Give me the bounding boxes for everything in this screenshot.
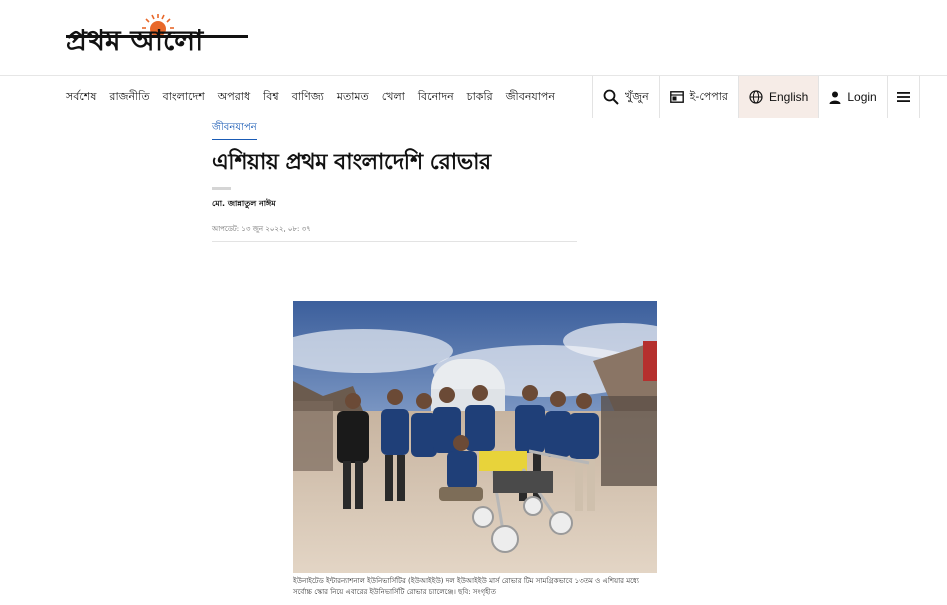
primary-nav: সর্বশেষ রাজনীতি বাংলাদেশ অপরাধ বিশ্ব বাণ… (0, 76, 947, 118)
updated-timestamp: আপডেট: ১৩ জুন ২০২২, ০৮: ৩৭ (212, 225, 311, 233)
section-links: সর্বশেষ রাজনীতি বাংলাদেশ অপরাধ বিশ্ব বাণ… (66, 76, 568, 118)
nav-item-jobs[interactable]: চাকরি (467, 88, 493, 107)
epaper-label: ই-পেপার (689, 89, 728, 103)
logo-text: প্রথম আলো (66, 24, 204, 57)
category-link[interactable]: জীবনযাপন (212, 120, 257, 140)
rover-team-photo (293, 301, 657, 573)
masthead: প্রথম আলো (0, 0, 947, 76)
author-name[interactable]: মো. জান্নাতুল নাঈম (212, 198, 276, 211)
prothom-alo-logo[interactable]: প্রথম আলো (66, 14, 248, 58)
nav-item-lifestyle[interactable]: জীবনযাপন (506, 88, 555, 107)
nav-item-crime[interactable]: অপরাধ (218, 88, 250, 107)
login-button[interactable]: Login (818, 76, 886, 118)
login-label: Login (847, 90, 877, 104)
menu-button[interactable] (886, 76, 920, 118)
search-label: খুঁজুন (625, 89, 649, 103)
nav-item-world[interactable]: বিশ্ব (263, 88, 279, 107)
epaper-button[interactable]: ই-পেপার (658, 76, 738, 118)
nav-tools: খুঁজুন ই-পেপার English Login (592, 76, 920, 118)
hamburger-menu-icon (896, 92, 910, 102)
nav-item-bangladesh[interactable]: বাংলাদেশ (163, 88, 205, 107)
english-edition-button[interactable]: English (737, 76, 819, 118)
newspaper-icon (669, 91, 684, 103)
nav-item-latest[interactable]: সর্বশেষ (66, 88, 96, 107)
nav-item-entertainment[interactable]: বিনোদন (418, 88, 454, 107)
logo-graphic: প্রথম আলো (66, 14, 248, 57)
divider-short (212, 187, 231, 190)
nav-item-politics[interactable]: রাজনীতি (109, 88, 149, 107)
english-label: English (768, 90, 809, 104)
nav-item-business[interactable]: বাণিজ্য (292, 88, 324, 107)
search-icon (603, 89, 619, 105)
article-headline: এশিয়ায় প্রথম বাংলাদেশি রোভার (212, 150, 491, 175)
photo-caption: ইউনাইটেড ইন্টারন্যাশনাল ইউনিভার্সিটির (ই… (293, 577, 639, 596)
search-button[interactable]: খুঁজুন (592, 76, 659, 118)
nav-item-sports[interactable]: খেলা (382, 88, 405, 107)
article-photo[interactable] (293, 301, 657, 573)
user-icon (829, 91, 841, 104)
nav-item-opinion[interactable]: মতামত (337, 88, 369, 107)
globe-icon (749, 90, 763, 104)
divider (212, 241, 577, 242)
